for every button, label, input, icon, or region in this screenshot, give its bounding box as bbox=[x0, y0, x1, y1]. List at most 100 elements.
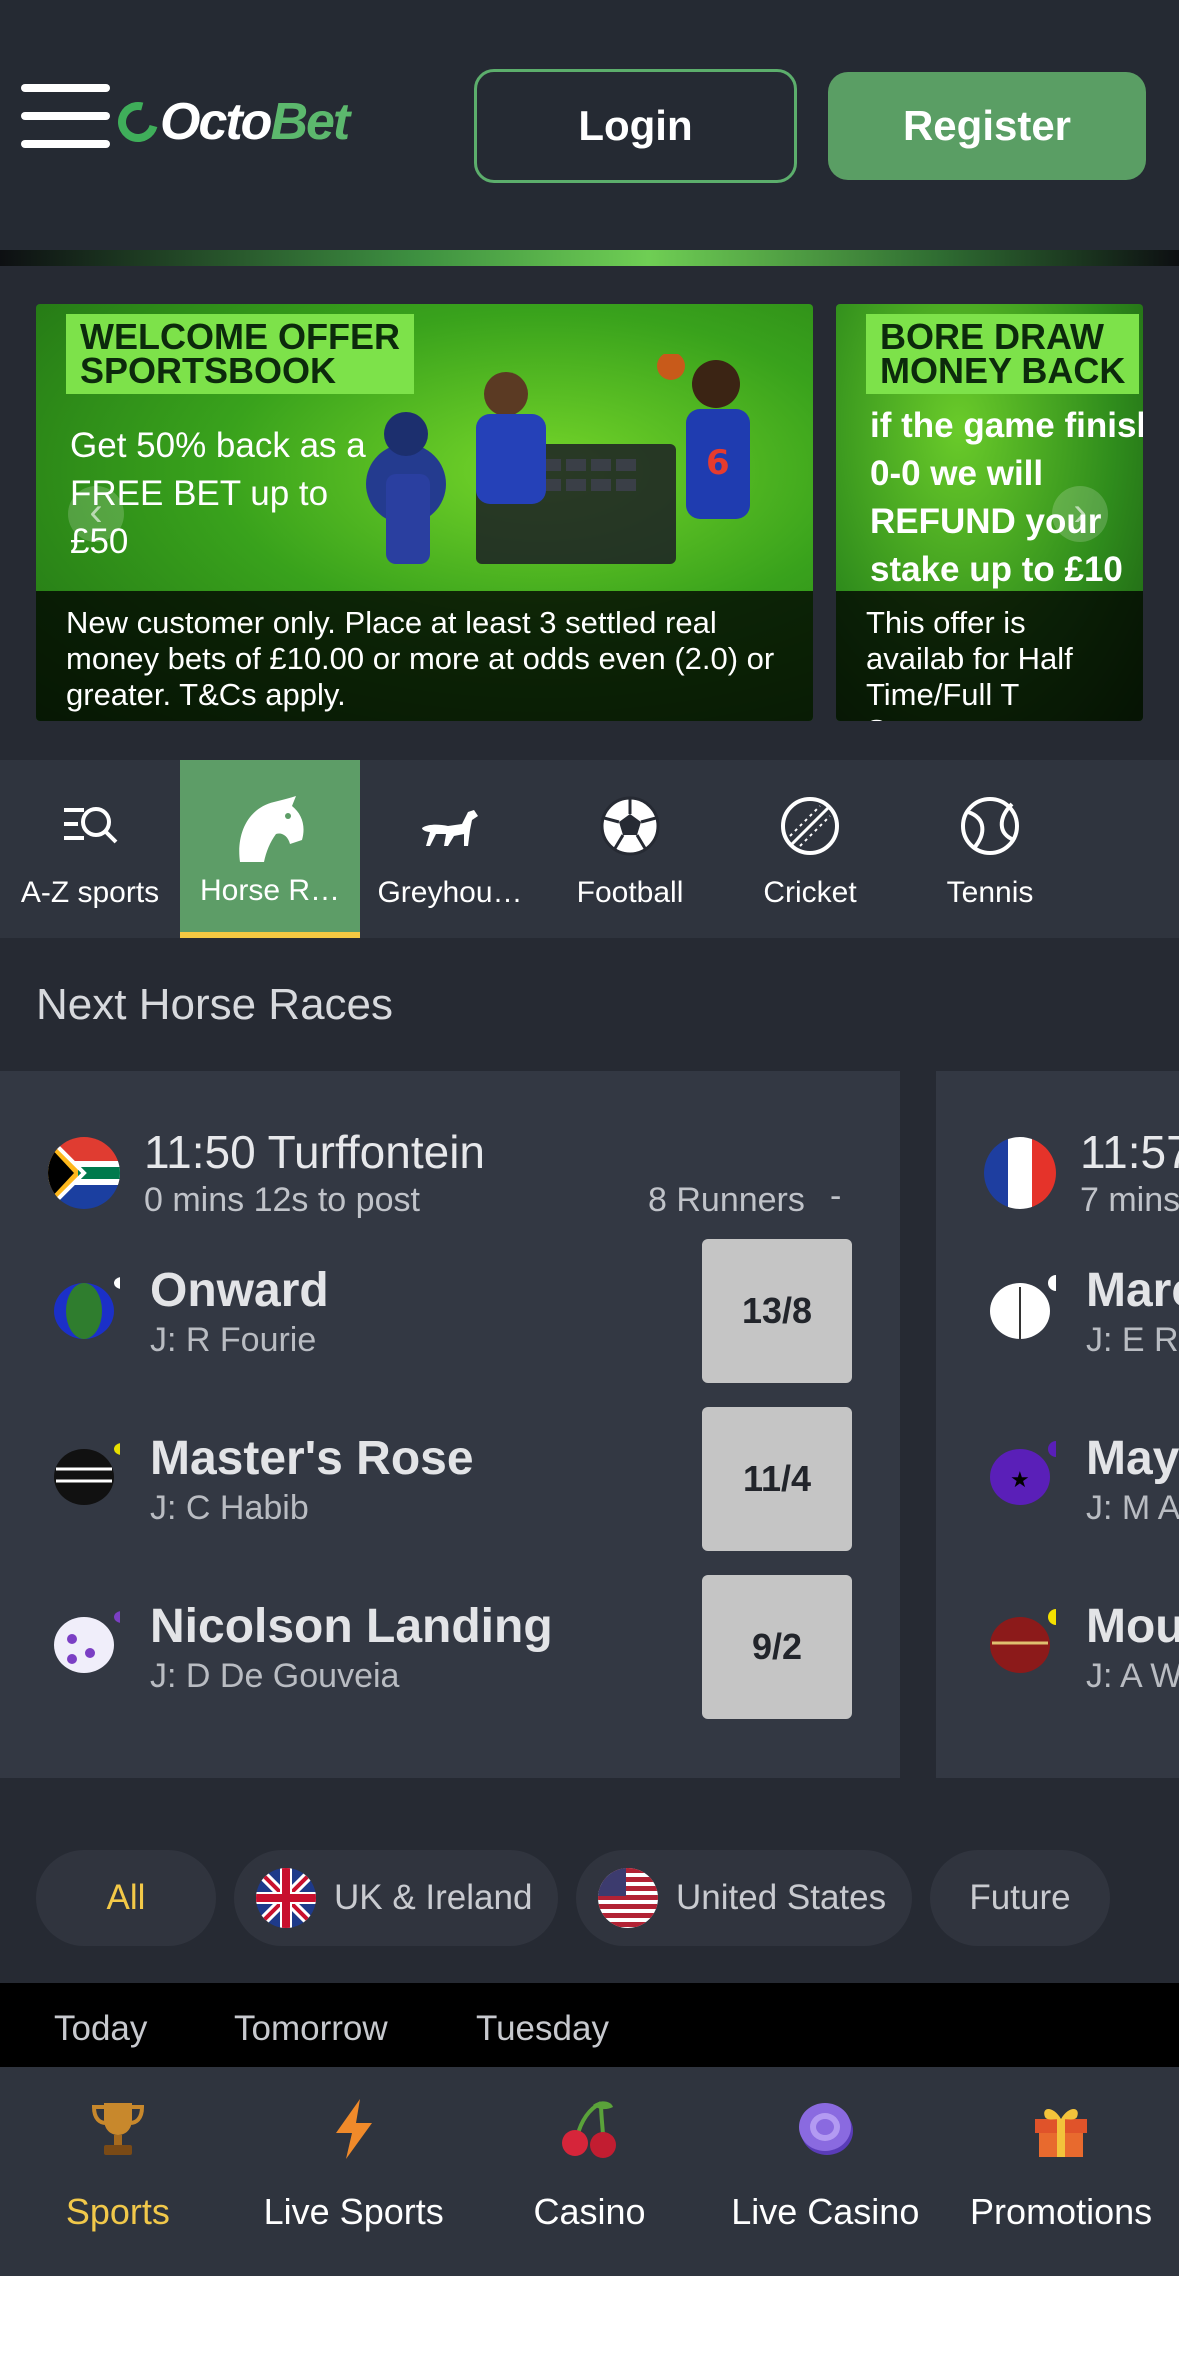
sport-tab-basketball[interactable]: B bbox=[1080, 760, 1179, 938]
jockey-silk-icon bbox=[990, 1609, 1056, 1673]
jockey-silk-icon bbox=[54, 1277, 120, 1339]
bottom-nav-live-sports[interactable]: Live Sports bbox=[236, 2067, 472, 2276]
filter-chip-uk-ireland[interactable]: UK & Ireland bbox=[234, 1850, 558, 1946]
bottom-nav: Sports Live Sports Casino Live Casino Pr… bbox=[0, 2067, 1179, 2276]
runner-name: Mou bbox=[1086, 1600, 1179, 1653]
gift-icon bbox=[1035, 2109, 1088, 2157]
sport-tab-greyhounds[interactable]: Greyhou… bbox=[360, 760, 540, 938]
sport-tab-label: Greyhou… bbox=[377, 876, 523, 909]
carousel-next-icon[interactable]: › bbox=[1052, 486, 1108, 542]
odds-button[interactable]: 13/8 bbox=[702, 1239, 852, 1383]
filter-chip-label: All bbox=[106, 1878, 146, 1917]
bottom-nav-promotions[interactable]: Promotions bbox=[943, 2067, 1179, 2276]
jockey-silk-icon: ★ bbox=[990, 1441, 1056, 1505]
top-header: OctoBet Login Register bbox=[0, 0, 1179, 250]
search-list-icon bbox=[64, 807, 118, 844]
logo-mark-icon bbox=[110, 94, 166, 150]
runner-jockey: J: E R bbox=[1086, 1321, 1179, 1359]
france-flag-icon bbox=[984, 1137, 1056, 1209]
next-races-title: Next Horse Races bbox=[36, 980, 394, 1029]
race-runners-dash: - bbox=[830, 1177, 842, 1215]
race-time-venue: 11:50 Turffontein bbox=[144, 1126, 486, 1178]
bottom-nav-label: Live Sports bbox=[263, 2191, 444, 2232]
south-africa-flag-icon bbox=[48, 1137, 120, 1209]
sport-tab-horse-racing[interactable]: Horse R… bbox=[180, 760, 360, 938]
logo-text: OctoBet bbox=[160, 93, 350, 151]
trophy-icon bbox=[91, 2103, 144, 2155]
race-countdown: 7 mins bbox=[1080, 1181, 1179, 1219]
filter-chip-label: Future bbox=[969, 1878, 1071, 1917]
horse-head-icon bbox=[239, 796, 304, 862]
runner-name: Marc bbox=[1086, 1264, 1179, 1317]
day-tab-tomorrow[interactable]: Tomorrow bbox=[234, 2009, 388, 2049]
runner-jockey: J: M A bbox=[1086, 1489, 1179, 1527]
tennis-ball-icon bbox=[961, 797, 1019, 855]
runner-jockey: J: A W bbox=[1086, 1657, 1179, 1695]
sport-tab-tennis[interactable]: Tennis bbox=[900, 760, 1080, 938]
runner-name: Nicolson Landing bbox=[150, 1600, 553, 1653]
bottom-nav-label: Promotions bbox=[970, 2191, 1153, 2232]
filter-chip-label: UK & Ireland bbox=[334, 1878, 533, 1917]
sport-tab-cricket[interactable]: Cricket bbox=[720, 760, 900, 938]
register-button[interactable]: Register bbox=[828, 72, 1146, 180]
jockey-silk-icon bbox=[54, 1443, 120, 1505]
sport-tab-az[interactable]: A-Z sports bbox=[0, 760, 180, 938]
login-button[interactable]: Login bbox=[474, 69, 797, 183]
filter-chip-united-states[interactable]: United States bbox=[576, 1850, 912, 1946]
promo-banner-welcome-offer[interactable]: WELCOME OFFER SPORTSBOOK Get 50% back as… bbox=[36, 304, 813, 721]
bottom-nav-live-casino[interactable]: Live Casino bbox=[707, 2067, 943, 2276]
odds-button[interactable]: 9/2 bbox=[702, 1575, 852, 1719]
race-countdown: 0 mins 12s to post bbox=[144, 1181, 420, 1219]
menu-icon[interactable] bbox=[21, 84, 110, 148]
jockey-silk-icon bbox=[54, 1611, 120, 1673]
cherries-icon bbox=[562, 2101, 617, 2158]
sport-tab-label: A-Z sports bbox=[20, 876, 160, 909]
uk-flag-icon bbox=[256, 1868, 316, 1928]
runner-name: May bbox=[1086, 1432, 1179, 1485]
octobet-logo[interactable]: OctoBet bbox=[110, 92, 350, 152]
runner-jockey: J: C Habib bbox=[150, 1489, 309, 1527]
cricket-ball-icon bbox=[781, 797, 839, 855]
filter-chip-label: United States bbox=[676, 1878, 887, 1917]
header-accent-stripe bbox=[0, 250, 1179, 266]
filter-chip-future[interactable]: Future bbox=[930, 1850, 1110, 1946]
jockey-silk-icon bbox=[990, 1275, 1056, 1339]
svg-text:★: ★ bbox=[1010, 1468, 1030, 1493]
bottom-nav-label: Sports bbox=[65, 2191, 170, 2232]
race-time-venue: 11:57 bbox=[1080, 1126, 1179, 1178]
promo-carousel: WELCOME OFFER SPORTSBOOK Get 50% back as… bbox=[0, 266, 1179, 760]
runner-name: Master's Rose bbox=[150, 1432, 474, 1485]
carousel-prev-icon[interactable]: ‹ bbox=[68, 486, 124, 542]
bottom-nav-sports[interactable]: Sports bbox=[0, 2067, 236, 2276]
lightning-icon bbox=[335, 2099, 372, 2159]
greyhound-icon bbox=[422, 810, 478, 846]
sport-tab-label: Tennis bbox=[946, 876, 1034, 909]
svg-text:6: 6 bbox=[706, 443, 730, 483]
day-tab-today[interactable]: Today bbox=[54, 2009, 147, 2049]
casino-chip-icon bbox=[799, 2103, 854, 2155]
runner-name: Onward bbox=[150, 1264, 329, 1317]
day-tab-tuesday[interactable]: Tuesday bbox=[476, 2009, 609, 2049]
sports-nav: A-Z sports Horse R… Greyhou… Football Cr… bbox=[0, 760, 1179, 938]
athletes-illustration: 6 bbox=[366, 354, 750, 564]
promo-badge: WELCOME OFFER SPORTSBOOK bbox=[66, 314, 414, 394]
app-screen: OctoBet Login Register WELCOME OFFER SPO… bbox=[0, 0, 1179, 2276]
odds-button[interactable]: 11/4 bbox=[702, 1407, 852, 1551]
race-runners-count: 8 Runners bbox=[648, 1181, 805, 1219]
filter-chip-all[interactable]: All bbox=[36, 1850, 216, 1946]
sport-tab-label: Horse R… bbox=[199, 874, 341, 907]
bottom-nav-casino[interactable]: Casino bbox=[472, 2067, 708, 2276]
race-card[interactable]: 11:50 Turffontein 0 mins 12s to post 8 R… bbox=[0, 1071, 900, 1778]
promo-badge: BORE DRAW MONEY BACK bbox=[866, 314, 1140, 394]
sport-tab-football[interactable]: Football bbox=[540, 760, 720, 938]
runner-jockey: J: D De Gouveia bbox=[150, 1657, 400, 1695]
bottom-nav-label: Live Casino bbox=[731, 2191, 920, 2232]
us-flag-icon bbox=[598, 1868, 658, 1928]
promo-headline: Get 50% back as a FREE BET up to £50 bbox=[70, 426, 366, 561]
day-tabs: Today Tomorrow Tuesday bbox=[0, 1983, 1179, 2067]
football-icon bbox=[600, 796, 660, 856]
race-card[interactable]: 11:57 7 mins Marc J: E R ★ May J: M A Mo… bbox=[936, 1071, 1179, 1778]
bottom-nav-label: Casino bbox=[533, 2191, 646, 2232]
runner-jockey: J: R Fourie bbox=[150, 1321, 317, 1359]
promo-terms: This offer is availab for Half Time/Full… bbox=[836, 591, 1143, 721]
